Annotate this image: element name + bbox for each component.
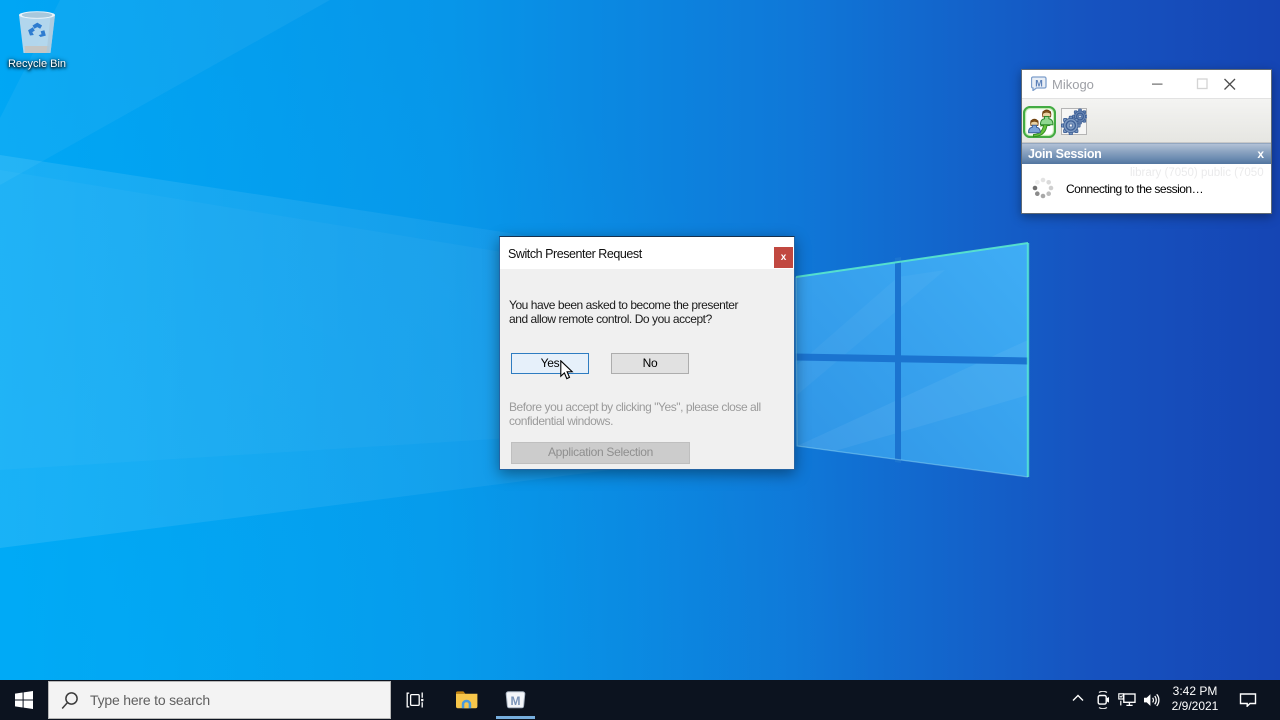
svg-text:M: M — [1035, 79, 1043, 89]
svg-text:M: M — [511, 694, 521, 708]
